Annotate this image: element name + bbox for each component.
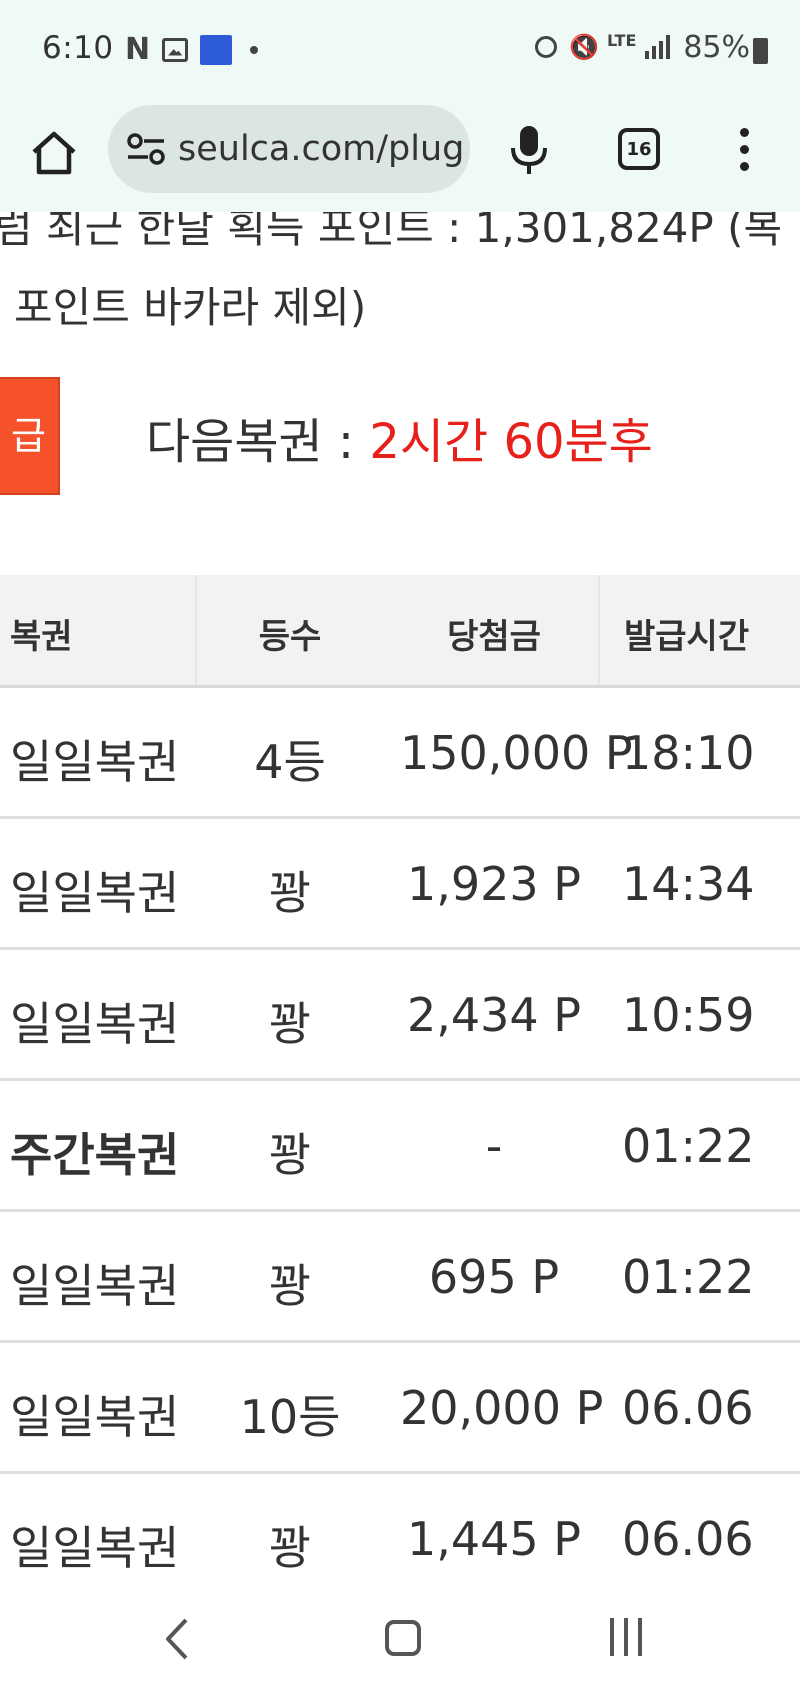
more-icon[interactable] — [738, 128, 750, 178]
mic-icon[interactable] — [506, 122, 552, 178]
cell-rank: 꽝 — [268, 1521, 312, 1575]
browser-toolbar: seulca.com/plug 16 — [0, 100, 800, 212]
mute-icon: 🔇 — [569, 33, 599, 61]
lottery-table: 복권 등수 당첨금 발급시간 일일복권 4등 150,000 P 18:10 일… — [0, 575, 800, 1592]
status-time: 6:10 — [42, 30, 114, 66]
next-lottery: 다음복권 : 2시간 60분후 — [146, 402, 653, 472]
header-prize: 당첨금 — [447, 617, 541, 657]
more-notifications-icon — [250, 45, 259, 54]
app-icon — [200, 34, 233, 65]
address-bar[interactable]: seulca.com/plug — [108, 105, 470, 193]
cell-prize: 2,434 P — [406, 988, 582, 1042]
table-row: 일일복권 꽝 1,923 P 14:34 — [0, 819, 800, 950]
cell-lottery: 일일복권 — [10, 866, 180, 920]
cell-rank: 4등 — [254, 735, 326, 789]
header-issue-time: 발급시간 — [624, 617, 750, 657]
cell-time: 06.06 — [622, 1381, 754, 1435]
cell-time: 14:34 — [622, 857, 755, 911]
cell-lottery: 일일복권 — [10, 1259, 180, 1313]
cell-time: 10:59 — [622, 988, 755, 1042]
points-info: 럼 최근 한달 획득 포인트 : 1,301,824P (복 — [0, 212, 783, 252]
issue-lottery-button[interactable]: 급 — [0, 377, 60, 495]
cell-lottery: 일일복권 — [10, 997, 180, 1051]
cell-time: 01:22 — [622, 1119, 755, 1173]
points-info-cont: 포인트 바카라 제외) — [14, 283, 367, 332]
url-text[interactable]: seulca.com/plug — [178, 129, 464, 169]
battery-percent: 85% — [683, 30, 750, 65]
column-divider — [195, 575, 197, 685]
home-nav-icon[interactable] — [385, 1620, 421, 1656]
cell-prize: 695 P — [428, 1250, 560, 1304]
next-lottery-label: 다음복권 : — [146, 414, 370, 470]
cell-time: 18:10 — [622, 726, 755, 780]
signal-icon — [645, 35, 670, 59]
column-divider — [598, 575, 600, 685]
cell-lottery: 일일복권 — [10, 1390, 180, 1444]
system-icons: 🔇 LTE — [535, 31, 670, 61]
header-lottery: 복권 — [10, 617, 73, 657]
header-rank: 등수 — [258, 617, 322, 657]
home-icon[interactable] — [28, 128, 80, 180]
cell-prize: - — [485, 1119, 503, 1173]
lte-icon: LTE — [607, 31, 637, 50]
table-row: 일일복권 10등 20,000 P 06.06 — [0, 1343, 800, 1474]
cell-rank: 꽝 — [268, 997, 312, 1051]
next-lottery-countdown: 2시간 60분후 — [369, 414, 653, 470]
cell-rank: 꽝 — [268, 866, 312, 920]
back-icon[interactable] — [160, 1614, 194, 1664]
cell-lottery: 일일복권 — [10, 1521, 180, 1575]
cell-prize: 1,923 P — [406, 857, 582, 911]
table-row: 일일복권 꽝 1,445 P 06.06 — [0, 1474, 800, 1592]
cell-prize: 150,000 P — [400, 726, 633, 780]
notification-icons: N — [125, 32, 259, 67]
cell-rank: 10등 — [239, 1390, 341, 1444]
status-bar: 6:10 N 🔇 LTE 85% — [0, 0, 800, 100]
page-content: 럼 최근 한달 획득 포인트 : 1,301,824P (복 포인트 바카라 제… — [0, 212, 800, 1592]
navigation-bar — [0, 1592, 800, 1689]
table-header: 복권 등수 당첨금 발급시간 — [0, 575, 800, 688]
cell-time: 06.06 — [622, 1512, 754, 1566]
cell-prize: 1,445 P — [406, 1512, 582, 1566]
table-row: 일일복권 꽝 695 P 01:22 — [0, 1212, 800, 1343]
tabs-icon[interactable]: 16 — [618, 128, 660, 170]
cell-lottery: 주간복권 — [10, 1128, 180, 1182]
cell-rank: 꽝 — [268, 1259, 312, 1313]
table-row: 일일복권 4등 150,000 P 18:10 — [0, 688, 800, 819]
cell-prize: 20,000 P — [400, 1381, 604, 1435]
netflix-icon: N — [125, 32, 151, 67]
table-row: 일일복권 꽝 2,434 P 10:59 — [0, 950, 800, 1081]
cell-time: 01:22 — [622, 1250, 755, 1304]
recent-apps-icon[interactable] — [610, 1618, 642, 1656]
site-settings-icon[interactable] — [126, 133, 166, 165]
gallery-icon — [162, 37, 189, 62]
table-row: 주간복권 꽝 - 01:22 — [0, 1081, 800, 1212]
cell-rank: 꽝 — [268, 1128, 312, 1182]
alarm-icon — [535, 36, 557, 58]
cell-lottery: 일일복권 — [10, 735, 180, 789]
battery-icon — [753, 38, 768, 64]
